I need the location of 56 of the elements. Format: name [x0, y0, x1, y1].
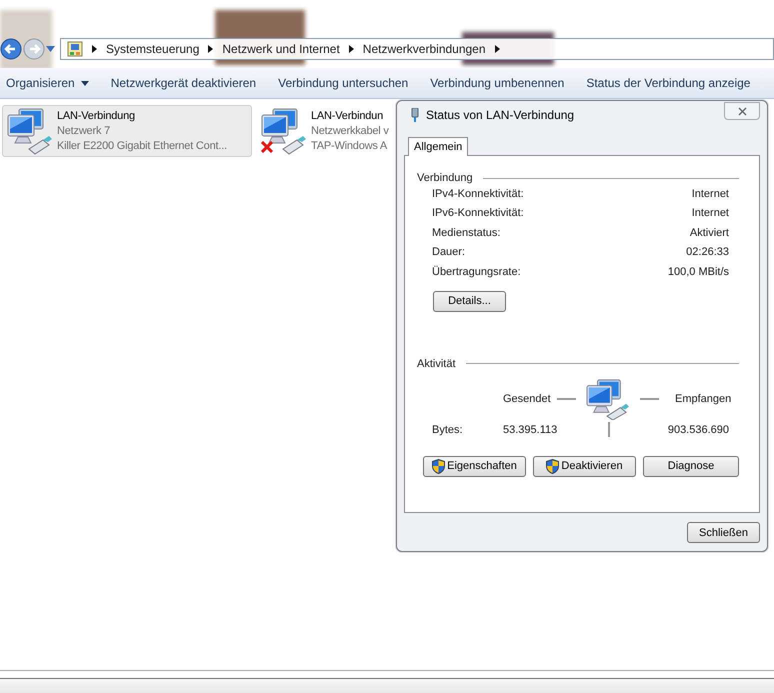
field-label: Dauer: [432, 246, 466, 258]
field-label: Medienstatus: [432, 226, 500, 239]
chevron-right-icon[interactable] [494, 45, 500, 53]
field-value: Internet [692, 188, 729, 200]
toolbar-button[interactable]: Verbindung untersuchen [272, 73, 414, 93]
back-button[interactable] [0, 38, 22, 60]
control-panel-icon [67, 41, 83, 57]
network-computers-icon [5, 107, 55, 155]
chevron-right-icon[interactable] [348, 45, 354, 53]
toolbar-button[interactable]: Verbindung umbenennen [424, 73, 570, 93]
close-button[interactable] [724, 102, 760, 120]
field-value: 02:26:33 [686, 246, 729, 258]
field-value: Aktiviert [690, 226, 729, 239]
network-computers-icon [584, 378, 632, 420]
connection-name: LAN-Verbindung [57, 109, 136, 124]
address-bar[interactable]: Systemsteuerung Netzwerk und Internet Netzwerkverbindungen [60, 38, 774, 60]
field-label: Übertragungsrate: [432, 266, 521, 278]
field-label: Bytes: [432, 424, 464, 436]
network-cable-icon [411, 108, 419, 122]
adapter-name: TAP-Windows A [311, 139, 388, 154]
toolbar-button[interactable]: Organisieren [0, 73, 95, 93]
field-value: Internet [692, 207, 729, 220]
field-label: IPv4-Konnektivität: [432, 188, 524, 200]
caret-icon [80, 80, 89, 86]
column-label: Empfangen [675, 392, 732, 404]
dropdown-caret-icon[interactable] [46, 46, 55, 52]
breadcrumb-item[interactable]: Netzwerk und Internet [222, 42, 340, 56]
field-label: IPv6-Konnektivität: [432, 207, 524, 220]
dialog-button[interactable]: Diagnose [643, 456, 739, 476]
shield-icon [546, 458, 560, 474]
network-name: Netzwerk 7 [57, 124, 112, 139]
connection-name: LAN-Verbindun [311, 109, 384, 124]
dialog-button[interactable]: Deaktivieren [533, 456, 636, 476]
dialog-button[interactable]: Eigenschaften [423, 456, 526, 476]
close-icon [738, 106, 746, 116]
toolbar-button[interactable]: Netzwerkgerät deaktivieren [104, 73, 262, 93]
chevron-right-icon[interactable] [208, 45, 214, 53]
tab[interactable]: Allgemein [408, 137, 468, 156]
group-title: Aktivität [417, 358, 456, 370]
close-dialog-button[interactable]: Schließen [687, 522, 760, 543]
toolbar-button[interactable]: Status der Verbindung anzeige [580, 73, 756, 93]
details-button[interactable]: Details... [433, 290, 506, 312]
network-computers-icon [259, 107, 309, 155]
window-title: Status von LAN-Verbindung [426, 108, 576, 122]
field-value: 100,0 MBit/s [668, 266, 729, 278]
column-label: Gesendet [503, 392, 549, 404]
bytes-received-value: 903.536.690 [668, 424, 729, 436]
network-name: Netzwerkkabel v [311, 124, 389, 139]
chevron-right-icon[interactable] [92, 45, 97, 53]
adapter-name: Killer E2200 Gigabit Ethernet Cont... [57, 139, 227, 154]
bytes-sent-value: 53.395.113 [503, 424, 558, 436]
connection-item[interactable]: LAN-Verbindung Netzwerk 7 Killer E2200 Gigabit Ethernet Cont... [2, 105, 252, 157]
group-title: Verbindung [417, 172, 473, 184]
breadcrumb-item[interactable]: Netzwerkverbindungen [362, 42, 486, 56]
shield-icon [432, 458, 446, 474]
breadcrumb-item[interactable]: Systemsteuerung [106, 42, 200, 56]
